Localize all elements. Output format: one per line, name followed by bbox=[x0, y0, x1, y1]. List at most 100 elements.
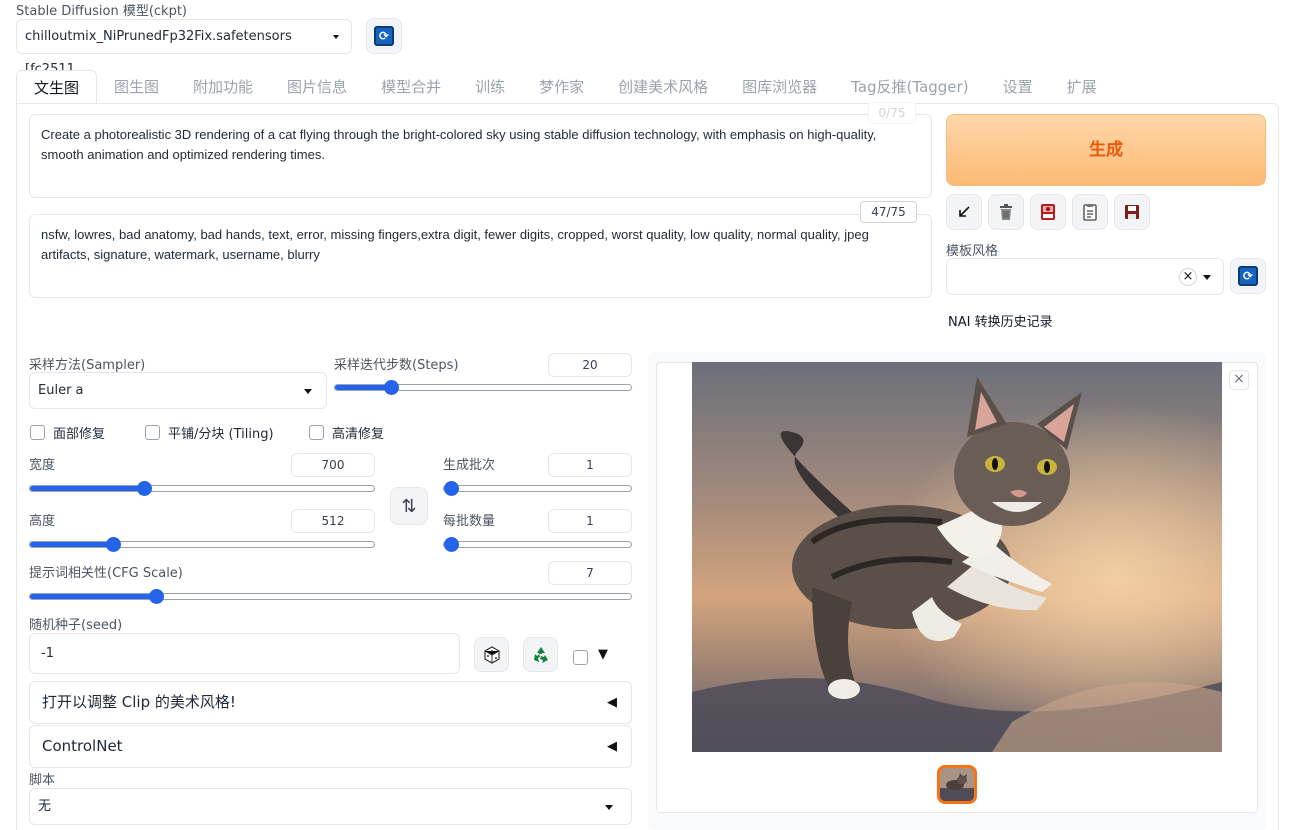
collapse-arrow-icon: ◀ bbox=[607, 739, 617, 754]
save-style-button[interactable] bbox=[1114, 194, 1150, 230]
clear-prompt-button[interactable] bbox=[988, 194, 1024, 230]
sampler-label: 采样方法(Sampler) bbox=[29, 358, 146, 373]
seed-input[interactable]: -1 bbox=[29, 633, 460, 674]
style-label: 模板风格 bbox=[946, 244, 999, 259]
random-seed-button[interactable] bbox=[474, 637, 509, 672]
tab-create-style[interactable]: 创建美术风格 bbox=[601, 70, 725, 104]
tab-bar: 文生图 图生图 附加功能 图片信息 模型合并 训练 梦作家 创建美术风格 图库浏… bbox=[16, 70, 1114, 104]
tab-tagger[interactable]: Tag反推(Tagger) bbox=[834, 70, 985, 104]
refresh-style-button[interactable]: ⟳ bbox=[1230, 258, 1266, 294]
read-params-button[interactable] bbox=[946, 194, 982, 230]
swap-icon: ⇅ bbox=[401, 495, 417, 517]
sampler-value: Euler a bbox=[38, 383, 84, 398]
extra-seed-arrow-icon[interactable]: ▼ bbox=[598, 647, 608, 662]
steps-input[interactable]: 20 bbox=[548, 353, 632, 377]
tab-img2img[interactable]: 图生图 bbox=[97, 70, 176, 104]
cfg-input[interactable]: 7 bbox=[548, 561, 632, 585]
batch-size-input[interactable]: 1 bbox=[548, 509, 632, 533]
dice-icon bbox=[483, 645, 500, 664]
arrow-icon bbox=[959, 206, 970, 217]
height-label: 高度 bbox=[29, 514, 56, 529]
height-slider[interactable] bbox=[29, 537, 375, 552]
apply-style-button[interactable] bbox=[1072, 194, 1108, 230]
steps-slider-fill bbox=[335, 385, 392, 390]
tab-gallery[interactable]: 图库浏览器 bbox=[725, 70, 834, 104]
chevron-down-icon bbox=[304, 388, 312, 394]
height-input[interactable]: 512 bbox=[291, 509, 375, 533]
script-value: 无 bbox=[38, 799, 52, 814]
hires-fix-label: 高清修复 bbox=[332, 427, 385, 442]
style-select[interactable]: × bbox=[946, 258, 1224, 295]
prompt-input[interactable]: Create a photorealistic 3D rendering of … bbox=[29, 114, 932, 198]
thumbnail-image bbox=[940, 768, 974, 801]
extra-seed-checkbox[interactable] bbox=[573, 650, 588, 665]
tab-dreamer[interactable]: 梦作家 bbox=[522, 70, 601, 104]
batch-size-slider-knob[interactable] bbox=[444, 537, 459, 552]
steps-slider[interactable] bbox=[334, 380, 632, 395]
chevron-down-icon bbox=[1203, 274, 1211, 280]
width-slider-knob[interactable] bbox=[136, 481, 152, 496]
face-restore-checkbox[interactable] bbox=[30, 425, 45, 440]
tab-extras[interactable]: 附加功能 bbox=[176, 70, 270, 104]
tab-train[interactable]: 训练 bbox=[458, 70, 522, 104]
save-icon bbox=[1125, 205, 1139, 219]
cfg-slider[interactable] bbox=[29, 589, 632, 604]
reuse-seed-button[interactable] bbox=[523, 637, 558, 672]
tab-txt2img[interactable]: 文生图 bbox=[16, 70, 98, 104]
chevron-down-icon bbox=[333, 34, 339, 39]
controlnet-accordion-label: ControlNet bbox=[42, 737, 123, 755]
negative-prompt-input[interactable]: nsfw, lowres, bad anatomy, bad hands, te… bbox=[29, 214, 932, 298]
gallery-thumbnail[interactable] bbox=[937, 765, 977, 804]
red-card-icon bbox=[1041, 204, 1055, 220]
seed-label: 随机种子(seed) bbox=[29, 618, 123, 633]
width-input[interactable]: 700 bbox=[291, 453, 375, 477]
batch-count-label: 生成批次 bbox=[443, 458, 496, 473]
show-extra-networks-button[interactable] bbox=[1030, 194, 1066, 230]
cfg-slider-fill bbox=[30, 594, 157, 599]
nai-history-label[interactable]: NAI 转换历史记录 bbox=[948, 311, 1053, 330]
batch-count-input[interactable]: 1 bbox=[548, 453, 632, 477]
controlnet-accordion[interactable]: ControlNet ◀ bbox=[29, 725, 632, 768]
generate-button[interactable]: 生成 bbox=[946, 114, 1266, 186]
sampler-select[interactable]: Euler a bbox=[29, 372, 327, 409]
tab-extensions[interactable]: 扩展 bbox=[1050, 70, 1114, 104]
tab-png-info[interactable]: 图片信息 bbox=[270, 70, 364, 104]
width-label: 宽度 bbox=[29, 458, 56, 473]
script-select[interactable]: 无 bbox=[29, 788, 632, 825]
tiling-label: 平铺/分块 (Tiling) bbox=[168, 427, 274, 442]
refresh-icon: ⟳ bbox=[1238, 266, 1258, 286]
width-slider[interactable] bbox=[29, 481, 375, 496]
cfg-label: 提示词相关性(CFG Scale) bbox=[29, 566, 183, 581]
batch-size-slider[interactable] bbox=[443, 537, 632, 552]
swap-dimensions-button[interactable]: ⇅ bbox=[390, 487, 428, 525]
close-image-button[interactable]: × bbox=[1229, 370, 1249, 390]
width-slider-fill bbox=[30, 486, 144, 491]
model-select[interactable]: chilloutmix_NiPrunedFp32Fix.safetensors … bbox=[16, 19, 352, 77]
clear-style-icon[interactable]: × bbox=[1179, 268, 1197, 286]
refresh-icon: ⟳ bbox=[374, 26, 394, 46]
model-label: Stable Diffusion 模型(ckpt) bbox=[16, 4, 188, 19]
hires-fix-checkbox[interactable] bbox=[309, 425, 324, 440]
collapse-arrow-icon: ◀ bbox=[607, 695, 617, 710]
clip-style-accordion[interactable]: 打开以调整 Clip 的美术风格! ◀ bbox=[29, 681, 632, 724]
script-label: 脚本 bbox=[29, 773, 56, 788]
negative-token-counter: 47/75 bbox=[860, 201, 917, 223]
height-slider-fill bbox=[30, 542, 113, 547]
batch-count-slider[interactable] bbox=[443, 481, 632, 496]
prompt-token-counter: 0/75 bbox=[868, 102, 916, 124]
generated-image[interactable] bbox=[692, 362, 1222, 752]
clip-style-accordion-label: 打开以调整 Clip 的美术风格! bbox=[42, 693, 236, 711]
height-slider-knob[interactable] bbox=[105, 537, 121, 552]
batch-count-slider-knob[interactable] bbox=[444, 481, 459, 496]
recycle-icon bbox=[533, 646, 548, 663]
steps-label: 采样迭代步数(Steps) bbox=[334, 358, 459, 373]
chevron-down-icon bbox=[605, 804, 613, 810]
refresh-model-button[interactable]: ⟳ bbox=[366, 18, 402, 54]
batch-size-label: 每批数量 bbox=[443, 514, 496, 529]
tab-merge[interactable]: 模型合并 bbox=[364, 70, 458, 104]
tab-settings[interactable]: 设置 bbox=[986, 70, 1050, 104]
face-restore-label: 面部修复 bbox=[53, 427, 106, 442]
clipboard-icon bbox=[1083, 204, 1097, 221]
tiling-checkbox[interactable] bbox=[145, 425, 160, 440]
trash-icon bbox=[1000, 204, 1012, 220]
